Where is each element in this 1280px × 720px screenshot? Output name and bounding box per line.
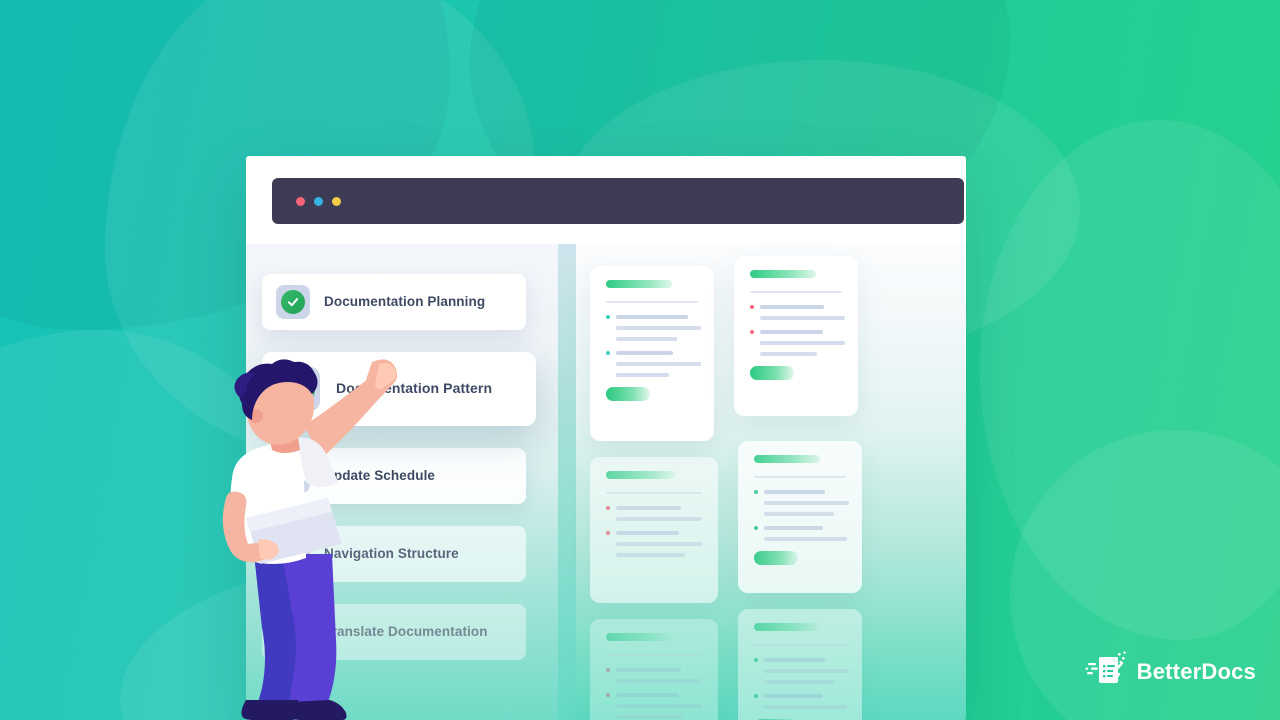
maximize-dot[interactable] [332, 196, 341, 206]
bullet-text-line [764, 501, 849, 505]
minimize-dot[interactable] [314, 196, 323, 206]
doc-card-title-bar [750, 270, 817, 278]
doc-card-bullet-group [754, 694, 847, 709]
doc-card[interactable] [590, 266, 714, 441]
bullet-dot [606, 351, 610, 355]
doc-cards-grid [576, 244, 966, 720]
doc-card[interactable] [738, 441, 862, 593]
doc-card[interactable] [590, 457, 718, 603]
doc-cards-row [590, 256, 966, 441]
bullet-dot [750, 330, 754, 334]
bullet-text-line [760, 341, 845, 345]
doc-card-rule [606, 492, 702, 494]
panel-divider [558, 244, 576, 720]
bullet-text-line [764, 694, 823, 698]
doc-cards-row [590, 609, 966, 720]
betterdocs-logo-text: BetterDocs [1136, 658, 1256, 684]
bullet-text-line [764, 526, 823, 530]
doc-cards-panel [576, 244, 966, 720]
bullet-text-line [764, 669, 849, 673]
doc-card-title-bar [754, 623, 821, 631]
bullet-text-line [616, 373, 670, 377]
bullet-text-line [760, 330, 823, 334]
doc-card-bullet-group [754, 658, 849, 684]
bullet-text-line [616, 542, 703, 546]
bullet-dot [754, 526, 758, 530]
doc-card-title-bar [606, 471, 676, 479]
bullet-text-line [616, 715, 684, 719]
doc-card-bullet-group [606, 351, 701, 377]
doc-card-button[interactable] [750, 366, 795, 380]
doc-card-rule [750, 291, 842, 293]
doc-card-title-bar [606, 633, 676, 641]
bullet-text-line [760, 316, 845, 320]
bullet-dot [606, 531, 610, 535]
doc-card-rule [606, 654, 702, 656]
doc-card-rule [754, 644, 846, 646]
bullet-dot [754, 490, 758, 494]
bullet-text-line [616, 553, 686, 557]
doc-card[interactable] [734, 256, 858, 416]
bullet-text-line [764, 537, 847, 541]
doc-card-rule [754, 476, 846, 478]
doc-card-bullet-group [606, 693, 703, 719]
doc-card-rule [606, 301, 698, 303]
betterdocs-logo: BetterDocs [1085, 649, 1256, 694]
bullet-text-line [616, 693, 680, 697]
screenshot-stage: Documentation Planning Documentation Pat… [0, 0, 1280, 720]
check-circle-icon [276, 285, 310, 319]
doc-card-bullet-group [606, 668, 703, 683]
doc-card[interactable] [738, 609, 862, 720]
doc-card-bullet-group [750, 305, 845, 320]
window-titlebar [272, 178, 964, 224]
bullet-text-line [616, 531, 680, 535]
bullet-text-line [764, 658, 825, 662]
bullet-text-line [616, 362, 701, 366]
doc-card-title-bar [754, 455, 821, 463]
bullet-text-line [764, 490, 825, 494]
bullet-text-line [616, 517, 703, 521]
betterdocs-document-icon [1085, 649, 1127, 694]
doc-card-title-bar [606, 280, 673, 288]
doc-card-bullet-group [606, 506, 703, 521]
bullet-dot [754, 694, 758, 698]
bullet-text-line [616, 326, 701, 330]
bullet-text-line [616, 679, 703, 683]
background-blob [980, 120, 1280, 640]
doc-card-bullet-group [754, 526, 847, 541]
bullet-text-line [760, 305, 825, 309]
bullet-dot [754, 658, 758, 662]
bullet-text-line [616, 315, 688, 319]
doc-card-bullet-group [754, 490, 849, 516]
bullet-dot [606, 506, 610, 510]
bullet-text-line [616, 668, 682, 672]
checklist-item-label: Documentation Planning [324, 293, 486, 309]
bullet-dot [606, 668, 610, 672]
doc-card[interactable] [590, 619, 718, 720]
checklist-item-documentation-planning[interactable]: Documentation Planning [262, 274, 526, 330]
bullet-dot [750, 305, 754, 309]
bullet-text-line [616, 704, 703, 708]
bullet-text-line [616, 351, 674, 355]
doc-card-button[interactable] [606, 387, 651, 401]
bullet-dot [606, 315, 610, 319]
doc-card-button[interactable] [754, 551, 799, 565]
person-pointing-at-checklist [196, 358, 411, 720]
doc-card-bullet-group [606, 315, 701, 341]
doc-card-bullet-group [750, 330, 845, 356]
bullet-text-line [616, 506, 682, 510]
doc-card-bullet-group [606, 531, 703, 557]
bullet-dot [606, 693, 610, 697]
bullet-text-line [760, 352, 818, 356]
close-dot[interactable] [296, 196, 305, 206]
bullet-text-line [764, 680, 834, 684]
bullet-text-line [764, 705, 847, 709]
bullet-text-line [764, 512, 834, 516]
doc-cards-row [590, 441, 966, 603]
bullet-text-line [616, 337, 677, 341]
